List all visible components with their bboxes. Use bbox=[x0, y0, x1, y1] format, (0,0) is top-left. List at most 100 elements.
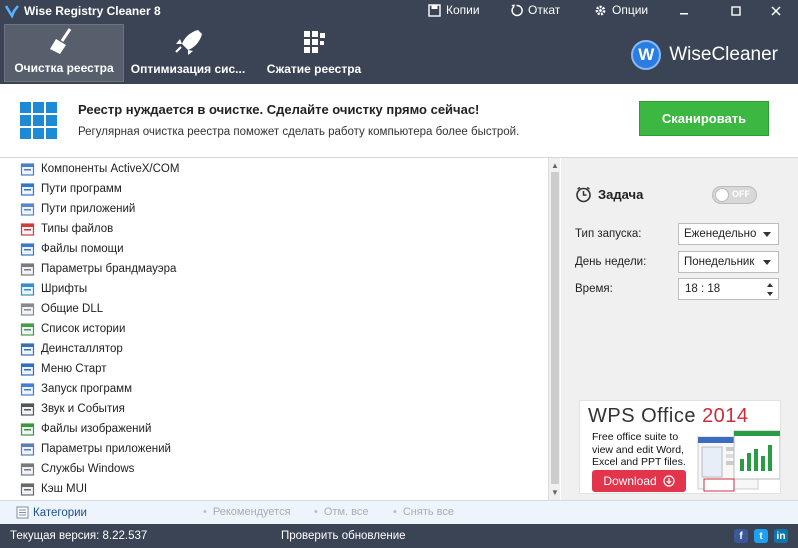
recommended-link[interactable]: Рекомендуется bbox=[203, 506, 291, 518]
list-item-label: Файлы помощи bbox=[41, 243, 124, 255]
list-item[interactable]: Службы Windows bbox=[20, 459, 134, 479]
ad-brand: WPS Office bbox=[588, 405, 696, 427]
list-item[interactable]: Список истории bbox=[20, 319, 125, 339]
ad-text: Free office suite to view and edit Word,… bbox=[592, 431, 686, 468]
undo-button[interactable]: Откат bbox=[510, 3, 560, 17]
time-value: 18 : 18 bbox=[685, 283, 721, 295]
broom-icon bbox=[50, 28, 72, 54]
list-item[interactable]: Общие DLL bbox=[20, 299, 103, 319]
tab-registry-cleaner[interactable]: Очистка реестра bbox=[4, 24, 124, 82]
weekday-select[interactable]: Понедельник bbox=[678, 251, 779, 273]
image-files-icon bbox=[20, 422, 35, 436]
maximize-icon bbox=[731, 6, 741, 16]
rocket-icon bbox=[175, 30, 202, 55]
toggle-knob bbox=[715, 188, 729, 202]
fonts-icon bbox=[20, 282, 35, 296]
activex-icon bbox=[20, 162, 35, 176]
close-button[interactable] bbox=[762, 0, 790, 22]
categories-label: Категории bbox=[33, 506, 87, 519]
list-item[interactable]: Пути приложений bbox=[20, 199, 135, 219]
history-icon bbox=[20, 322, 35, 336]
ad-year: 2014 bbox=[702, 405, 749, 427]
list-item-label: Деинсталлятор bbox=[41, 343, 123, 355]
close-icon bbox=[771, 6, 781, 16]
list-item[interactable]: Файлы изображений bbox=[20, 419, 151, 439]
twitter-icon[interactable]: t bbox=[754, 529, 768, 543]
list-item-label: Службы Windows bbox=[41, 463, 135, 475]
time-input[interactable]: 18 : 18 bbox=[678, 278, 779, 300]
undo-label: Откат bbox=[528, 3, 561, 17]
toggle-label: OFF bbox=[732, 189, 750, 199]
minimize-button[interactable] bbox=[670, 0, 698, 22]
list-item[interactable]: Меню Старт bbox=[20, 359, 107, 379]
status-banner: Реестр нуждается в очистке. Сделайте очи… bbox=[0, 84, 798, 158]
deselect-all-link[interactable]: Снять все bbox=[393, 506, 454, 518]
backup-button[interactable]: Копии bbox=[428, 3, 480, 17]
list-item-label: Пути приложений bbox=[41, 203, 136, 215]
options-label: Опции bbox=[612, 3, 649, 17]
list-item[interactable]: Шрифты bbox=[20, 279, 87, 299]
app-paths-icon bbox=[20, 202, 35, 216]
spin-up-icon[interactable] bbox=[767, 283, 773, 287]
maximize-button[interactable] bbox=[722, 0, 750, 22]
chevron-down-icon bbox=[763, 232, 771, 237]
app-logo-icon bbox=[4, 5, 19, 19]
scroll-up-icon[interactable]: ▲ bbox=[549, 159, 561, 171]
brand-logo[interactable]: W WiseCleaner bbox=[631, 40, 778, 70]
schedule-toggle[interactable]: OFF bbox=[712, 186, 757, 204]
tab-registry-defrag[interactable]: Сжатие реестра bbox=[256, 24, 372, 82]
select-all-link[interactable]: Отм. все bbox=[314, 506, 369, 518]
banner-title: Реестр нуждается в очистке. Сделайте очи… bbox=[78, 102, 480, 117]
list-scrollbar[interactable]: ▲ ▼ bbox=[548, 158, 560, 500]
spin-down-icon[interactable] bbox=[767, 292, 773, 296]
list-item[interactable]: Параметры приложений bbox=[20, 439, 171, 459]
registry-grid-icon bbox=[20, 102, 57, 139]
list-toolbar: Категории Рекомендуется Отм. все Снять в… bbox=[0, 500, 798, 524]
wps-office-ad[interactable]: WPS Office 2014 Free office suite to vie… bbox=[579, 400, 781, 494]
list-item[interactable]: Параметры брандмауэра bbox=[20, 259, 176, 279]
categories-link[interactable]: Категории bbox=[16, 506, 87, 519]
list-item[interactable]: Компоненты ActiveX/COM bbox=[20, 159, 179, 179]
list-item[interactable]: Звук и События bbox=[20, 399, 125, 419]
chevron-down-icon bbox=[763, 260, 771, 265]
list-item[interactable]: Деинсталлятор bbox=[20, 339, 123, 359]
run-type-label: Тип запуска: bbox=[575, 228, 642, 240]
ad-download-label: Download bbox=[603, 474, 657, 488]
list-item[interactable]: Запуск программ bbox=[20, 379, 132, 399]
start-menu-icon bbox=[20, 362, 35, 376]
tab-system-optimize[interactable]: Оптимизация сис... bbox=[130, 24, 246, 82]
ad-download-button[interactable]: Download bbox=[592, 470, 686, 492]
title-bar: Wise Registry Cleaner 8 Копии Откат Опци… bbox=[0, 0, 798, 22]
firewall-icon bbox=[20, 262, 35, 276]
scroll-thumb[interactable] bbox=[551, 172, 559, 484]
time-label: Время: bbox=[575, 283, 613, 295]
run-type-select[interactable]: Еженедельно bbox=[678, 223, 779, 245]
facebook-icon[interactable]: f bbox=[734, 529, 748, 543]
defrag-icon bbox=[304, 31, 325, 53]
list-item[interactable]: Кэш MUI bbox=[20, 479, 87, 499]
list-item-label: Параметры брандмауэра bbox=[41, 263, 177, 275]
list-item[interactable]: Пути программ bbox=[20, 179, 122, 199]
list-item-label: Запуск программ bbox=[41, 383, 132, 395]
scan-button[interactable]: Сканировать bbox=[639, 101, 769, 136]
gear-icon bbox=[595, 5, 606, 15]
list-item[interactable]: Файлы помощи bbox=[20, 239, 124, 259]
list-item[interactable]: Типы файлов bbox=[20, 219, 113, 239]
linkedin-icon[interactable]: in bbox=[774, 529, 788, 543]
weekday-label: День недели: bbox=[575, 256, 647, 268]
backup-label: Копии bbox=[446, 3, 480, 17]
options-button[interactable]: Опции bbox=[594, 3, 648, 17]
app-title: Wise Registry Cleaner 8 bbox=[24, 4, 161, 18]
list-item-label: Меню Старт bbox=[41, 363, 107, 375]
weekday-value: Понедельник bbox=[684, 256, 755, 268]
clock-icon bbox=[576, 186, 591, 203]
dll-icon bbox=[20, 302, 35, 316]
wisecleaner-logo-icon: W bbox=[631, 40, 662, 70]
uninstaller-icon bbox=[20, 342, 35, 356]
startup-icon bbox=[20, 382, 35, 396]
banner-subtitle: Регулярная очистка реестра поможет сдела… bbox=[78, 126, 520, 138]
program-paths-icon bbox=[20, 182, 35, 196]
scroll-down-icon[interactable]: ▼ bbox=[549, 486, 561, 498]
check-update-link[interactable]: Проверить обновление bbox=[281, 530, 406, 542]
category-list: Компоненты ActiveX/COM Пути программ Пути … bbox=[0, 158, 560, 500]
